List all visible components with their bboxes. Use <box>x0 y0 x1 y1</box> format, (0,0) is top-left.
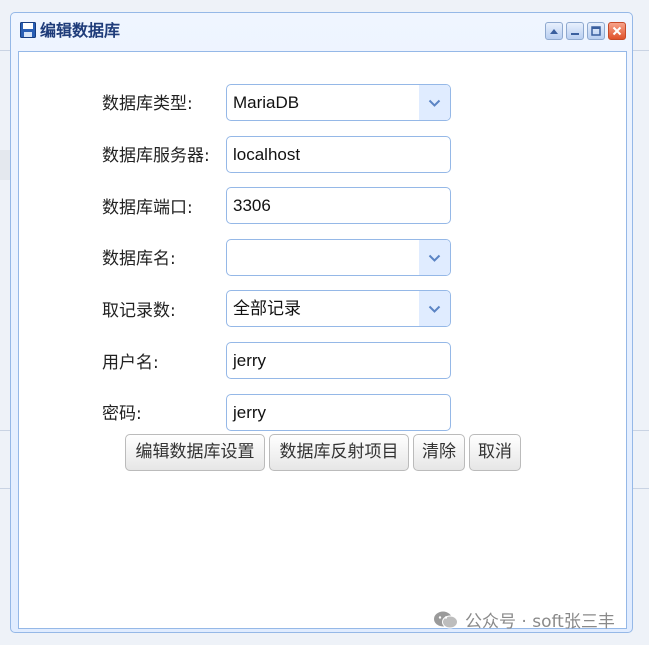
db-type-select[interactable]: MariaDB <box>226 84 451 121</box>
db-name-label: 数据库名: <box>102 249 176 269</box>
db-type-value: MariaDB <box>233 93 300 112</box>
maximize-icon <box>591 26 601 36</box>
watermark: 公众号 · soft张三丰 <box>433 607 615 632</box>
watermark-text: 公众号 · soft张三丰 <box>465 612 615 632</box>
save-icon <box>20 22 36 38</box>
chevron-up-icon <box>550 29 558 34</box>
password-label: 密码: <box>102 404 142 424</box>
wechat-icon <box>434 611 458 628</box>
db-port-value: 3306 <box>233 196 271 215</box>
maximize-button[interactable] <box>587 22 605 40</box>
clear-button[interactable]: 清除 <box>413 434 465 471</box>
edit-db-settings-button[interactable]: 编辑数据库设置 <box>125 434 265 471</box>
db-name-select[interactable] <box>226 239 451 276</box>
username-value: jerry <box>233 351 267 370</box>
close-icon <box>612 26 622 36</box>
db-server-value: localhost <box>233 145 301 164</box>
db-type-label: 数据库类型: <box>102 94 193 114</box>
chevron-down-icon <box>428 99 441 107</box>
password-value: jerry <box>233 403 267 422</box>
window-body: 数据库类型: MariaDB 数据库服务器: localhost 数据库端口: … <box>18 51 627 629</box>
window-title: 编辑数据库 <box>40 21 121 40</box>
close-button[interactable] <box>608 22 626 40</box>
chevron-down-icon <box>428 254 441 262</box>
collapse-button[interactable] <box>545 22 563 40</box>
edit-database-window: 编辑数据库 数据库类型: MariaDB 数据库服务器: localhost 数… <box>10 12 633 633</box>
db-port-input[interactable]: 3306 <box>226 187 451 224</box>
minimize-icon <box>571 33 579 35</box>
db-type-dropdown-button[interactable] <box>419 85 450 120</box>
record-count-select[interactable]: 全部记录 <box>226 290 451 327</box>
password-input[interactable]: jerry <box>226 394 451 431</box>
window-tools <box>545 22 626 40</box>
record-count-value: 全部记录 <box>233 299 301 318</box>
reflect-db-project-button[interactable]: 数据库反射项目 <box>269 434 409 471</box>
record-count-label: 取记录数: <box>102 301 176 321</box>
cancel-button[interactable]: 取消 <box>469 434 521 471</box>
chevron-down-icon <box>428 305 441 313</box>
record-count-dropdown-button[interactable] <box>419 291 450 326</box>
username-label: 用户名: <box>102 353 159 373</box>
db-name-dropdown-button[interactable] <box>419 240 450 275</box>
username-input[interactable]: jerry <box>226 342 451 379</box>
db-server-input[interactable]: localhost <box>226 136 451 173</box>
minimize-button[interactable] <box>566 22 584 40</box>
db-port-label: 数据库端口: <box>102 198 193 218</box>
db-server-label: 数据库服务器: <box>102 146 210 166</box>
window-titlebar[interactable]: 编辑数据库 <box>11 13 632 51</box>
